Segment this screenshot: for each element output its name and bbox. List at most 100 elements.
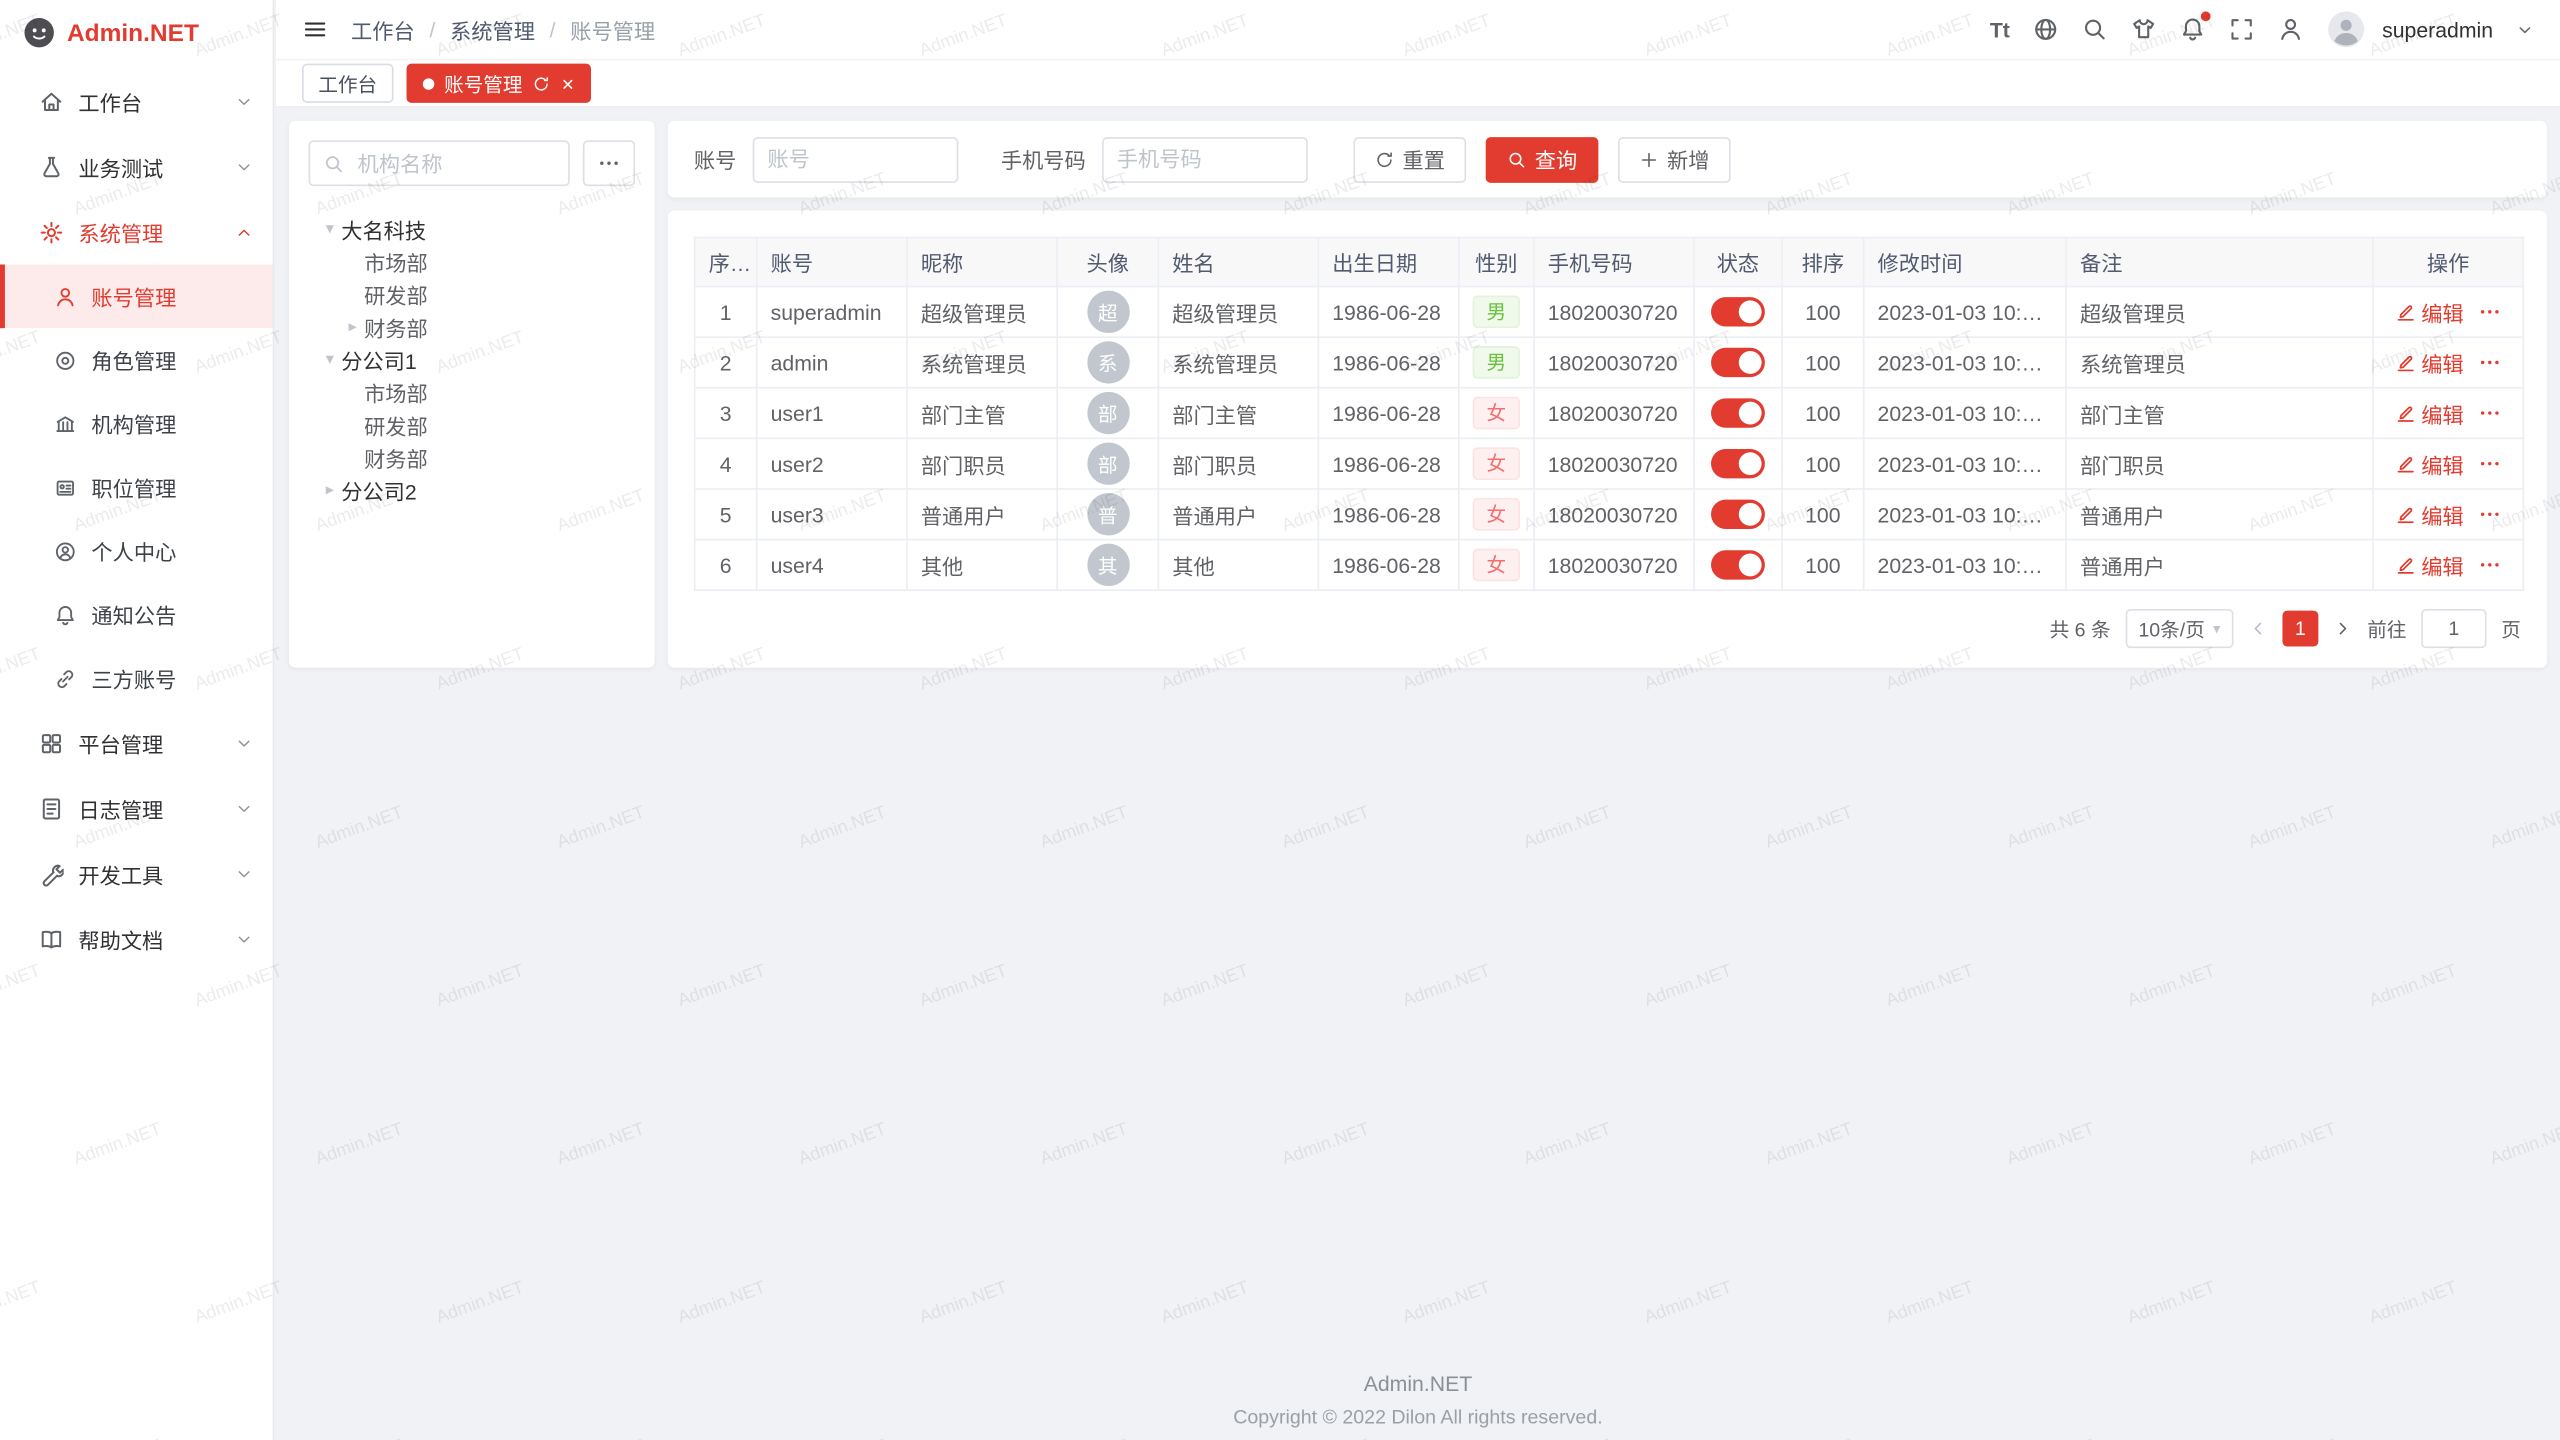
theme-icon[interactable]: [2131, 16, 2157, 42]
org-search-input[interactable]: [354, 149, 555, 177]
row-avatar: 部: [1087, 442, 1129, 484]
sidebar-item-account-manage[interactable]: 账号管理: [0, 264, 273, 328]
account-input[interactable]: [753, 136, 959, 182]
page-number[interactable]: 1: [2282, 611, 2318, 647]
org-search-row: [309, 140, 636, 186]
avatar[interactable]: [2327, 10, 2366, 49]
status-toggle[interactable]: [1711, 348, 1765, 377]
tree-node[interactable]: ▸分公司2: [309, 473, 636, 506]
row-more-button[interactable]: [2478, 503, 2501, 526]
sidebar-item-platform-manage[interactable]: 平台管理: [0, 710, 273, 775]
goto-page-input[interactable]: [2421, 609, 2486, 648]
tab-close-icon[interactable]: ×: [562, 73, 574, 94]
language-icon[interactable]: [2033, 16, 2059, 42]
page-size-select[interactable]: 10条/页 ▾: [2125, 609, 2233, 648]
row-more-button[interactable]: [2478, 351, 2501, 374]
column-header-remark: 备注: [2066, 238, 2373, 287]
profile-icon[interactable]: [2278, 16, 2304, 42]
sidebar-item-help-docs[interactable]: 帮助文档: [0, 906, 273, 971]
pagination: 共 6 条 10条/页 ▾ 1 前往 页: [694, 609, 2521, 648]
search-icon[interactable]: [2082, 16, 2108, 42]
column-header-avatar: 头像: [1057, 238, 1158, 287]
edit-icon: [2395, 301, 2416, 322]
tree-node[interactable]: ▾大名科技: [309, 212, 636, 245]
cell-account: user3: [757, 489, 907, 540]
tree-node[interactable]: ▸财务部: [309, 310, 636, 343]
query-panel: 账号 手机号码 重置 查询 新增: [668, 121, 2547, 198]
account-label: 账号: [694, 144, 736, 175]
tab-account-manage[interactable]: 账号管理 ×: [407, 64, 591, 103]
status-toggle[interactable]: [1711, 550, 1765, 579]
chevron-down-icon[interactable]: [2516, 20, 2534, 38]
edit-button[interactable]: 编辑: [2395, 499, 2464, 530]
sidebar-item-business-test[interactable]: 业务测试: [0, 134, 273, 199]
row-more-button[interactable]: [2478, 452, 2501, 475]
tree-node[interactable]: 市场部: [309, 376, 636, 409]
edit-button[interactable]: 编辑: [2395, 347, 2464, 378]
row-more-button[interactable]: [2478, 402, 2501, 425]
cell-avatar: 部: [1057, 388, 1158, 439]
breadcrumb-item[interactable]: 工作台: [351, 14, 415, 45]
tab-refresh-icon[interactable]: [532, 74, 550, 92]
menu-collapse-icon[interactable]: [302, 16, 328, 42]
sidebar-item-workbench[interactable]: 工作台: [0, 69, 273, 134]
cell-name: 系统管理员: [1158, 337, 1318, 388]
edit-icon: [2395, 554, 2416, 575]
fullscreen-icon[interactable]: [2229, 16, 2255, 42]
status-toggle[interactable]: [1711, 398, 1765, 427]
sidebar-item-org-manage[interactable]: 机构管理: [0, 392, 273, 456]
tab-workbench[interactable]: 工作台: [302, 64, 393, 103]
org-more-button[interactable]: [583, 140, 635, 186]
next-page-button[interactable]: [2333, 619, 2353, 639]
chevron-down-icon: [235, 799, 253, 817]
cell-phone: 18020030720: [1534, 540, 1694, 591]
tree-node[interactable]: 市场部: [309, 245, 636, 278]
add-button-label: 新增: [1667, 144, 1709, 175]
sidebar-item-personal-center[interactable]: 个人中心: [0, 519, 273, 583]
edit-button[interactable]: 编辑: [2395, 398, 2464, 429]
breadcrumb-separator: /: [550, 17, 556, 41]
tree-node-label: 财务部: [364, 311, 428, 342]
tree-node-label: 市场部: [364, 376, 428, 407]
gender-tag: 女: [1473, 447, 1519, 480]
sidebar-item-role-manage[interactable]: 角色管理: [0, 328, 273, 392]
tree-node[interactable]: 财务部: [309, 441, 636, 474]
cell-remark: 部门主管: [2066, 388, 2373, 439]
cell-order: 100: [1782, 438, 1864, 489]
edit-button[interactable]: 编辑: [2395, 448, 2464, 479]
breadcrumb-item[interactable]: 系统管理: [450, 14, 535, 45]
cell-order: 100: [1782, 489, 1864, 540]
tree-node[interactable]: 研发部: [309, 408, 636, 441]
sidebar-item-log-manage[interactable]: 日志管理: [0, 776, 273, 841]
notification-icon[interactable]: [2180, 16, 2206, 42]
username[interactable]: superadmin: [2382, 17, 2493, 41]
logo[interactable]: Admin.NET: [0, 0, 273, 65]
phone-input[interactable]: [1102, 136, 1308, 182]
tree-node[interactable]: ▾分公司1: [309, 343, 636, 376]
prev-page-button[interactable]: [2248, 619, 2268, 639]
search-button[interactable]: 查询: [1486, 136, 1599, 182]
header-actions: Tt superadmin: [1990, 10, 2534, 49]
sidebar-item-system-manage[interactable]: 系统管理: [0, 199, 273, 264]
sidebar-item-third-account[interactable]: 三方账号: [0, 647, 273, 711]
tab-label: 账号管理: [444, 69, 522, 97]
reset-button[interactable]: 重置: [1354, 136, 1467, 182]
row-more-button[interactable]: [2478, 300, 2501, 323]
org-search[interactable]: [309, 140, 570, 186]
add-button[interactable]: 新增: [1618, 136, 1731, 182]
row-more-button[interactable]: [2478, 553, 2501, 576]
edit-button[interactable]: 编辑: [2395, 549, 2464, 580]
column-header-time: 修改时间: [1864, 238, 2066, 287]
status-toggle[interactable]: [1711, 500, 1765, 529]
app-root: Admin.NET 工作台业务测试系统管理账号管理角色管理机构管理职位管理个人中…: [0, 0, 2560, 1440]
font-size-icon[interactable]: Tt: [1990, 17, 2010, 41]
cell-name: 普通用户: [1158, 489, 1318, 540]
status-toggle[interactable]: [1711, 297, 1765, 326]
sidebar-item-dev-tools[interactable]: 开发工具: [0, 841, 273, 906]
breadcrumb-item[interactable]: 账号管理: [570, 14, 655, 45]
tree-node[interactable]: 研发部: [309, 278, 636, 311]
sidebar-item-notice[interactable]: 通知公告: [0, 583, 273, 647]
status-toggle[interactable]: [1711, 449, 1765, 478]
sidebar-item-position-manage[interactable]: 职位管理: [0, 456, 273, 520]
edit-button[interactable]: 编辑: [2395, 296, 2464, 327]
